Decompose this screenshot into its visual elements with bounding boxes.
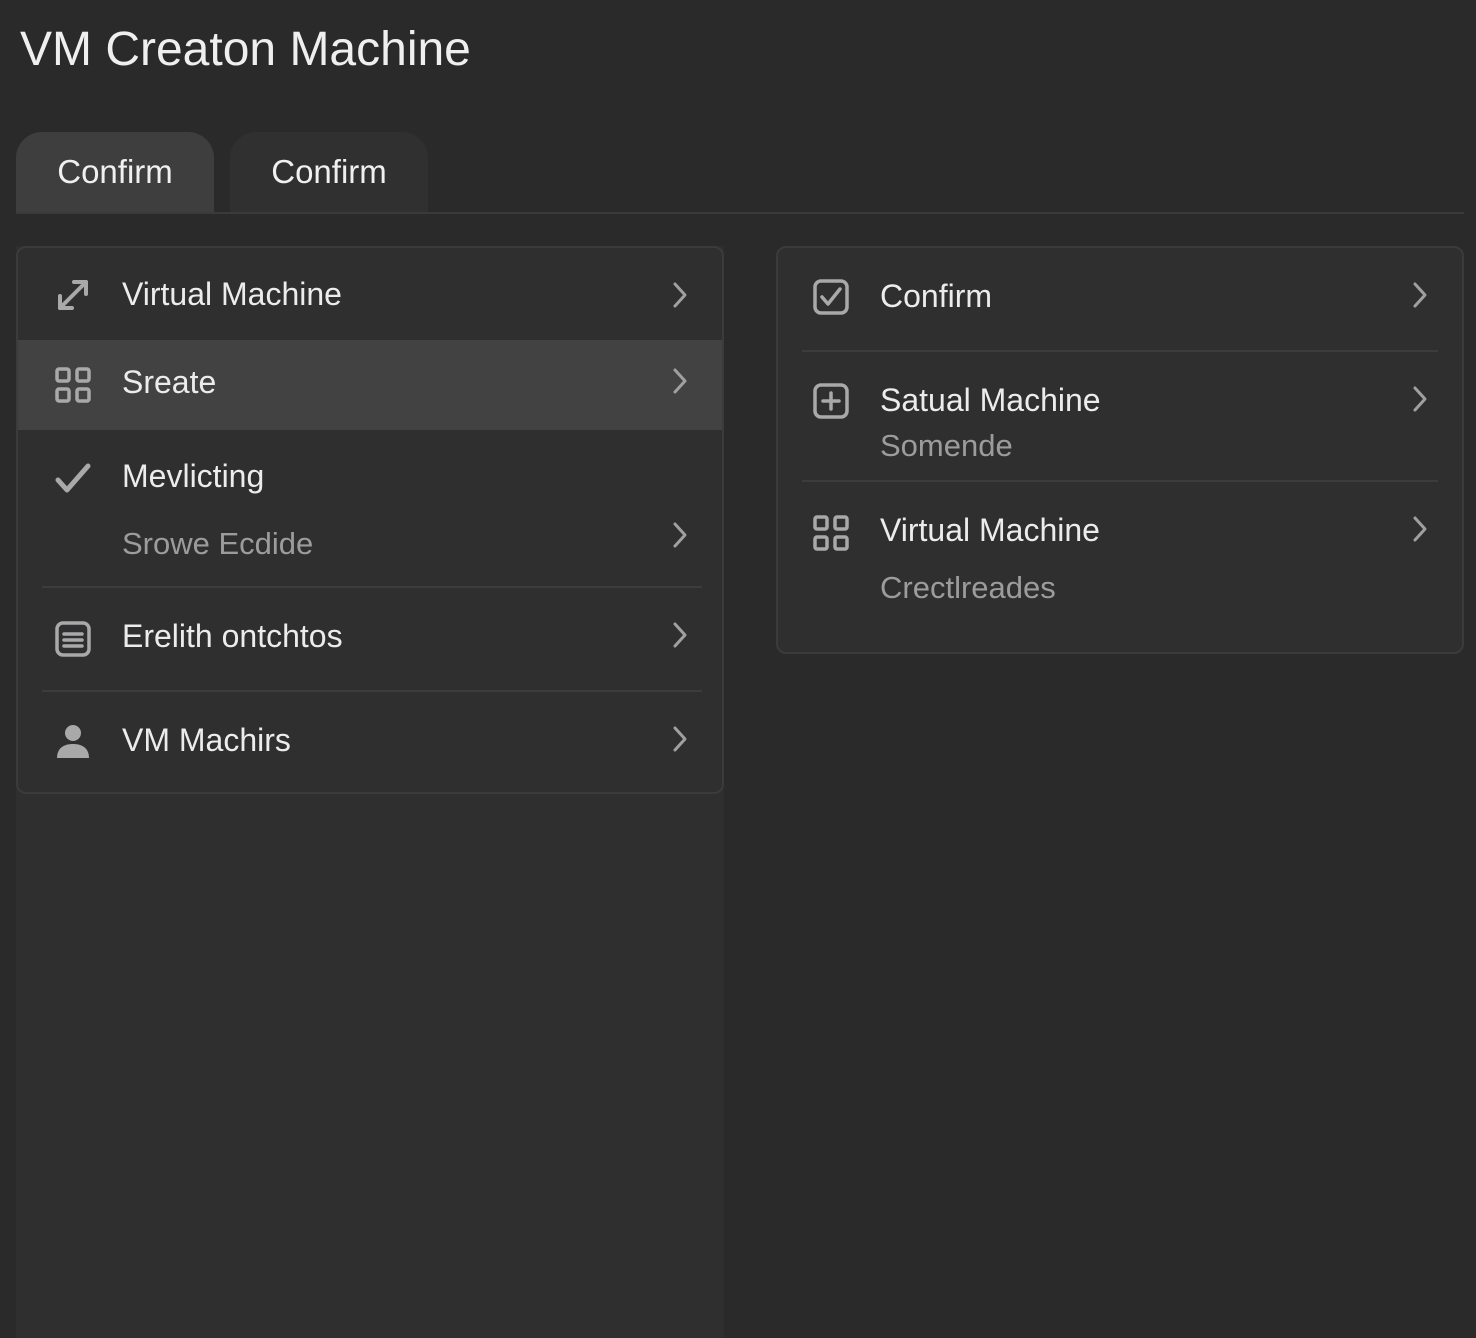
left-menu-card: Virtual Machine Sreate Mevlicting Srowe … [16, 246, 724, 794]
menu-item-virtual-machine[interactable]: Virtual Machine [18, 248, 722, 340]
checkbox-icon [812, 278, 850, 316]
chevron-right-icon [670, 724, 690, 754]
menu-item-label: Virtual Machine [122, 276, 342, 312]
menu-item-satual-machine[interactable]: Satual Machine Somende [778, 352, 1462, 480]
menu-item-vm-machirs[interactable]: VM Machirs [18, 692, 722, 792]
tab-bar: Confirm Confirm [16, 132, 1464, 214]
chevron-right-icon [670, 366, 690, 396]
chevron-right-icon [1410, 514, 1430, 544]
tab-confirm-2[interactable]: Confirm [230, 132, 428, 212]
right-menu-card: Confirm Satual Machine Somende Virtual M… [776, 246, 1464, 654]
menu-item-sublabel: Crectlreades [880, 570, 1056, 605]
menu-item-mevlicting[interactable]: Mevlicting Srowe Ecdide [18, 430, 722, 586]
chevron-right-icon [1410, 384, 1430, 414]
chevron-right-icon [670, 520, 690, 550]
plus-square-icon [812, 382, 850, 420]
menu-item-erelith-ontchtos[interactable]: Erelith ontchtos [18, 588, 722, 690]
menu-item-virtual-machine-2[interactable]: Virtual Machine Crectlreades [778, 482, 1462, 652]
menu-item-label: Confirm [880, 278, 993, 314]
user-icon [54, 722, 92, 760]
tab-confirm-1[interactable]: Confirm [16, 132, 214, 212]
menu-item-confirm[interactable]: Confirm [778, 248, 1462, 350]
chevron-right-icon [670, 620, 690, 650]
checkmark-icon [54, 460, 92, 498]
chevron-right-icon [670, 280, 690, 310]
grid-icon [54, 366, 92, 404]
menu-item-label: Mevlicting [122, 458, 265, 494]
grid-icon [812, 514, 850, 552]
menu-item-label: Virtual Machine [880, 512, 1100, 548]
page-title: VM Creaton Machine [20, 23, 471, 76]
menu-item-label: Erelith ontchtos [122, 618, 343, 654]
chevron-right-icon [1410, 280, 1430, 310]
document-icon [54, 620, 92, 658]
menu-item-label: VM Machirs [122, 722, 291, 758]
menu-item-sublabel: Somende [880, 428, 1013, 463]
menu-item-label: Sreate [122, 364, 217, 400]
resize-arrow-icon [54, 276, 92, 314]
menu-item-sreate[interactable]: Sreate [18, 340, 722, 430]
menu-item-label: Satual Machine [880, 382, 1101, 418]
menu-item-sublabel: Srowe Ecdide [122, 526, 314, 561]
